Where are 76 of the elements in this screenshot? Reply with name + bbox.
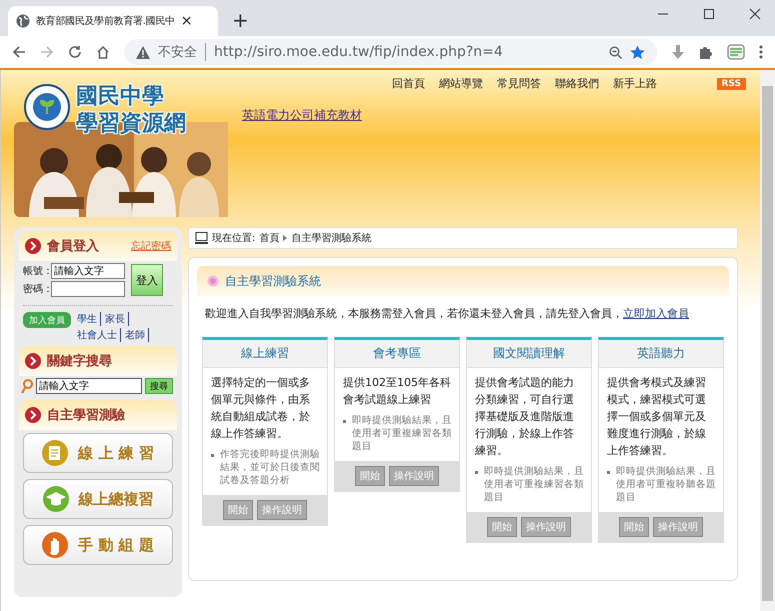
top-nav-link[interactable]: 聯絡我們 bbox=[555, 76, 599, 91]
bullet-icon bbox=[475, 471, 478, 474]
search-button[interactable]: 搜尋 bbox=[145, 378, 173, 394]
address-bar[interactable]: 不安全 http://siro.moe.edu.tw/fip/index.php?n=4 bbox=[124, 39, 657, 65]
security-label: 不安全 bbox=[158, 43, 206, 61]
warning-icon bbox=[136, 46, 150, 58]
card-note: 作答完後即時提供測驗結果，並可於日後查閱試卷及答題分析 bbox=[220, 448, 321, 487]
breadcrumb-link[interactable]: 首頁 bbox=[259, 231, 280, 245]
search-field[interactable]: 請輸入文字 bbox=[36, 378, 142, 394]
reload-icon[interactable] bbox=[68, 45, 82, 59]
member-type-link[interactable]: 家長 bbox=[105, 312, 129, 326]
card-title: 會考專區 bbox=[335, 340, 459, 368]
bullet-icon bbox=[607, 471, 610, 474]
breadcrumb-label: 現在位置: bbox=[212, 232, 256, 245]
member-type-link[interactable]: 學生 bbox=[77, 312, 101, 326]
graduation-cap-icon bbox=[42, 486, 68, 512]
account-field[interactable]: 請輸入文字 bbox=[51, 263, 125, 279]
breadcrumb-link[interactable]: 自主學習測驗系統 bbox=[291, 231, 372, 245]
top-nav-link[interactable]: 新手上路 bbox=[613, 76, 657, 91]
emblem-icon bbox=[24, 84, 70, 130]
separator-icon bbox=[283, 235, 288, 241]
browser-tab[interactable]: 教育部國民及學前教育署.國民中 × bbox=[8, 6, 218, 36]
computer-icon bbox=[195, 232, 208, 244]
close-tab-button[interactable]: × bbox=[180, 13, 192, 29]
note-icon bbox=[42, 440, 68, 466]
intro-text: 歡迎進入自我學習測驗系統，本服務需登入會員，若你還未登入會員，請先登入會員，立即加入會員 bbox=[205, 306, 690, 321]
tab-title: 教育部國民及學前教育署.國民中 bbox=[36, 14, 175, 28]
hand-icon bbox=[42, 532, 68, 558]
card-description: 提供會考試題的能力分類練習，可自行選擇基礎版及進階版進行測驗，於線上作答練習。 bbox=[475, 375, 575, 459]
zoom-icon[interactable] bbox=[609, 46, 622, 58]
box-title: 關鍵字搜尋 bbox=[47, 352, 112, 370]
card-title: 國文閱讀理解 bbox=[467, 340, 591, 368]
circle-icon bbox=[207, 275, 219, 287]
globe-icon bbox=[16, 14, 30, 28]
box-title: 會員登入 bbox=[47, 238, 99, 255]
card-note: 即時提供測驗結果，且使用者可重複聆聽各題題目 bbox=[616, 465, 717, 504]
account-label: 帳號： bbox=[23, 264, 51, 278]
chevron-icon bbox=[25, 353, 41, 369]
chevron-icon bbox=[25, 407, 41, 423]
login-button[interactable]: 登入 bbox=[131, 264, 163, 296]
password-field[interactable] bbox=[51, 281, 125, 297]
card-description: 提供102至105年各科會考試題線上練習 bbox=[343, 375, 451, 408]
puzzle-icon[interactable] bbox=[699, 45, 713, 59]
card-description: 選擇特定的一個或多個單元與條件，由系統自動組成試卷，於線上作答練習。 bbox=[211, 375, 311, 442]
card-title: 英語聽力 bbox=[599, 340, 723, 368]
box-title: 自主學習測驗 bbox=[47, 406, 125, 424]
scrollbar[interactable] bbox=[760, 70, 775, 611]
member-type-link[interactable]: 社會人士 bbox=[77, 328, 121, 342]
maximize-icon[interactable] bbox=[703, 8, 715, 20]
member-type-link[interactable]: 老師 bbox=[125, 328, 149, 342]
section-title: 自主學習測驗系統 bbox=[225, 272, 321, 290]
card-title: 線上練習 bbox=[203, 340, 327, 368]
top-nav-link[interactable]: 回首頁 bbox=[392, 76, 425, 91]
site-title: 國民中學 bbox=[76, 84, 165, 110]
new-tab-button[interactable]: + bbox=[232, 8, 249, 32]
close-icon[interactable] bbox=[749, 8, 761, 20]
download-icon[interactable] bbox=[671, 44, 685, 60]
bullet-icon bbox=[211, 454, 214, 457]
url-text: http://siro.moe.edu.tw/fip/index.php?n=4 bbox=[214, 44, 503, 60]
home-icon[interactable] bbox=[96, 45, 110, 59]
profile-icon[interactable] bbox=[727, 44, 745, 60]
top-nav-link[interactable]: 網站導覽 bbox=[439, 76, 483, 91]
star-icon[interactable] bbox=[630, 44, 645, 60]
join-member-link[interactable]: 立即加入會員 bbox=[623, 307, 689, 320]
search-icon bbox=[21, 378, 33, 394]
chevron-icon bbox=[25, 238, 41, 254]
menu-icon[interactable] bbox=[759, 45, 763, 59]
top-nav-link[interactable]: 常見問答 bbox=[497, 76, 541, 91]
back-icon[interactable] bbox=[12, 45, 26, 59]
card-description: 提供會考模式及練習模式，練習模式可選擇一個或多個單元及難度進行測驗，於線上作答練習。 bbox=[607, 375, 707, 459]
join-tag: 加入會員 bbox=[23, 312, 71, 328]
bullet-icon bbox=[343, 420, 346, 423]
promo-link[interactable]: 英語電力公司補充教材 bbox=[242, 107, 746, 124]
password-label: 密碼： bbox=[23, 282, 51, 296]
card-note: 即時提供測驗結果，且使用者可重複練習各類題目 bbox=[484, 465, 585, 504]
card-note: 即時提供測驗結果，且使用者可重複練習各類題目 bbox=[352, 414, 453, 453]
